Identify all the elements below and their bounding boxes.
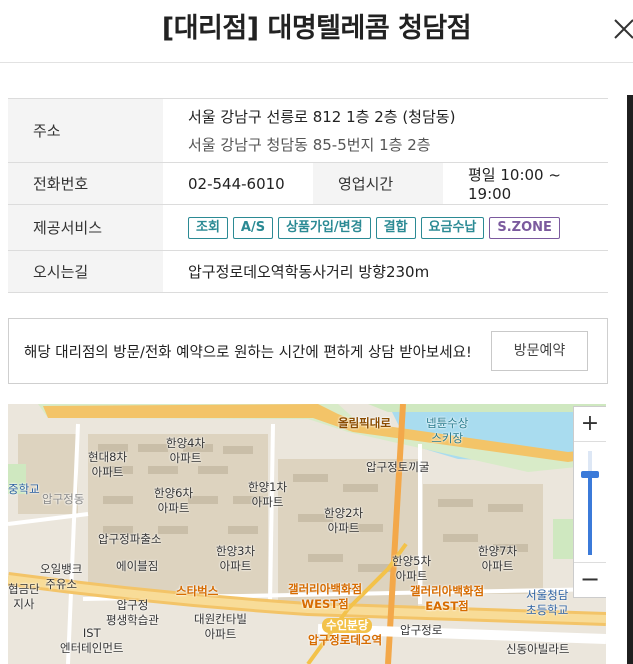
service-tag: 결합 xyxy=(375,216,416,239)
phone-value[interactable]: 02-544-6010 xyxy=(163,162,313,205)
map-label-starbucks: 스타벅스 xyxy=(176,584,219,598)
map-label-cheongdam-school: 서울청담 초등학교 xyxy=(526,588,569,617)
map-label-ist: IST 엔터테인먼트 xyxy=(60,626,124,655)
map-label-suin-line: 수인분당 xyxy=(322,618,373,633)
map-label-gym: 에이블짐 xyxy=(116,559,159,573)
service-tag: A/S xyxy=(232,216,274,239)
map-label-galleria-east: 갤러리아백화점 EAST점 xyxy=(410,584,485,613)
address-lot: 서울 강남구 청담동 85-5번지 1층 2층 xyxy=(188,135,431,154)
services-label: 제공서비스 xyxy=(8,204,163,251)
map-label-hyundai8: 현대8차 아파트 xyxy=(88,450,128,479)
map-label-rodeo-station: 압구정로데오역 xyxy=(308,633,383,647)
map-label-police: 압구정파출소 xyxy=(98,532,162,546)
phone-label: 전화번호 xyxy=(8,162,163,205)
services-value: 조회 A/S 상품가입/변경 결합 요금수납 S.ZONE xyxy=(163,204,608,251)
directions-value: 압구정로데오역학동사거리 방향230m xyxy=(163,250,608,293)
map-label-tunnel: 압구정토끼굴 xyxy=(366,460,430,474)
zoom-out-button[interactable]: − xyxy=(574,562,606,597)
zoom-slider-handle[interactable] xyxy=(581,470,599,478)
scrollbar[interactable] xyxy=(627,95,633,664)
map-label-hanyang1: 한양1차 아파트 xyxy=(248,480,288,509)
directions-label: 오시는길 xyxy=(8,250,163,293)
store-info-table: 주소 서울 강남구 선릉로 812 1층 2층 (청담동) 서울 강남구 청담동… xyxy=(8,98,608,293)
visit-reservation-button[interactable]: 방문예약 xyxy=(491,331,588,371)
map-label-hanyang3: 한양3차 아파트 xyxy=(216,544,256,573)
map-label-branch: 협금단 지사 xyxy=(8,582,40,611)
map-label-hanyang2: 한양2차 아파트 xyxy=(324,506,364,535)
hours-label: 영업시간 xyxy=(313,162,443,205)
service-tag-szone: S.ZONE xyxy=(489,216,560,239)
store-title: [대리점] 대명텔레콤 청담점 xyxy=(161,13,472,44)
map-label-apgujeong-dong: 압구정동 xyxy=(42,492,85,506)
map-label-apgujeong-ro: 압구정로 xyxy=(400,623,443,637)
service-tag: 요금수납 xyxy=(420,216,485,239)
map-label-gas-station: 오일뱅크 주유소 xyxy=(40,562,83,591)
address-label: 주소 xyxy=(8,98,163,163)
map-label-daewon: 대원칸타빌 아파트 xyxy=(194,612,247,641)
map-label-hanyang5: 한양5차 아파트 xyxy=(392,554,432,583)
map-label-river-park: 넵튠수상 스키장 xyxy=(426,416,469,445)
reservation-text: 해당 대리점의 방문/전화 예약으로 원하는 시간에 편하게 상담 받아보세요! xyxy=(24,345,472,361)
map-label-olympic-road: 올림픽대로 xyxy=(338,416,391,430)
map-label-galleria-west: 갤러리아백화점 WEST점 xyxy=(288,582,363,611)
zoom-in-button[interactable]: + xyxy=(574,407,606,442)
modal-header: [대리점] 대명텔레콤 청담점 xyxy=(0,0,633,63)
map-label-hanyang6: 한양6차 아파트 xyxy=(154,486,194,515)
address-road: 서울 강남구 선릉로 812 1층 2층 (청담동) xyxy=(188,107,456,126)
map-label-sindonga: 신동아빌라트 xyxy=(506,642,570,656)
service-tag: 조회 xyxy=(188,216,228,239)
store-map[interactable]: 올림픽대로 넵튠수상 스키장 압구정토끼굴 현대8차 아파트 한양4차 아파트 … xyxy=(8,404,606,664)
zoom-level-fill xyxy=(588,474,592,555)
service-tags: 조회 A/S 상품가입/변경 결합 요금수납 S.ZONE xyxy=(188,216,608,239)
map-label-learning-center: 압구정 평생학습관 xyxy=(106,598,159,627)
map-label-middle-school: 중학교 xyxy=(8,482,40,496)
hours-value: 평일 10:00 ~ 19:00 xyxy=(443,162,608,205)
service-tag: 상품가입/변경 xyxy=(278,216,371,239)
zoom-control: + − xyxy=(573,406,606,598)
close-icon[interactable] xyxy=(611,14,633,44)
map-label-hanyang7: 한양7차 아파트 xyxy=(478,544,518,573)
address-value: 서울 강남구 선릉로 812 1층 2층 (청담동) 서울 강남구 청담동 85… xyxy=(163,98,608,163)
map-label-hanyang4: 한양4차 아파트 xyxy=(166,436,206,465)
reservation-box: 해당 대리점의 방문/전화 예약으로 원하는 시간에 편하게 상담 받아보세요!… xyxy=(8,318,608,384)
